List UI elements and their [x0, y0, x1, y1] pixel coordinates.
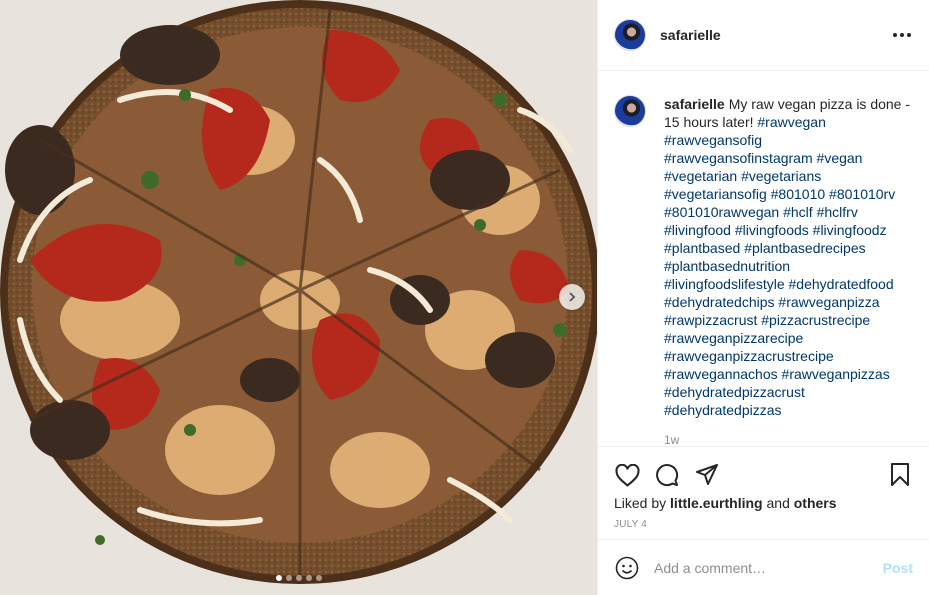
instagram-post: safarielle safarielle My raw vegan pizza …: [0, 0, 929, 595]
post-header: safarielle: [598, 0, 929, 71]
hashtag-link[interactable]: #rawvegansofinstagram: [664, 150, 813, 166]
carousel-dot: [275, 575, 282, 581]
comment-input[interactable]: [654, 559, 883, 576]
likes-joiner: and: [766, 495, 790, 512]
hashtag-link[interactable]: #hclf: [783, 204, 813, 220]
carousel-dot: [285, 575, 292, 581]
hashtag-link[interactable]: #801010rawvegan: [664, 204, 779, 220]
hashtag-link[interactable]: #vegetarians: [741, 168, 821, 184]
hashtag-link[interactable]: #hclfrv: [817, 204, 858, 220]
caption-hashtags: #rawvegan #rawvegansofig #rawvegansofins…: [664, 114, 895, 418]
post-side-panel: safarielle safarielle My raw vegan pizza …: [597, 0, 929, 595]
action-bar: [598, 447, 929, 493]
carousel-dot: [295, 575, 302, 581]
hashtag-link[interactable]: #rawvegannachos: [664, 366, 778, 382]
hashtag-link[interactable]: #rawvegan: [757, 114, 826, 130]
hashtag-link[interactable]: #rawveganpizza: [778, 294, 879, 310]
hashtag-link[interactable]: #rawveganpizzarecipe: [664, 330, 803, 346]
hashtag-link[interactable]: #plantbasednutrition: [664, 258, 790, 274]
hashtag-link[interactable]: #dehydratedfood: [789, 276, 894, 292]
likes-others[interactable]: others: [794, 495, 837, 511]
hashtag-link[interactable]: #dehydratedpizzacrust: [664, 384, 805, 400]
carousel-dot: [305, 575, 312, 581]
hashtag-link[interactable]: #vegan: [817, 150, 863, 166]
hashtag-link[interactable]: #livingfoods: [735, 222, 809, 238]
hashtag-link[interactable]: #801010: [771, 186, 826, 202]
hashtag-link[interactable]: #plantbased: [664, 240, 740, 256]
carousel-next-button[interactable]: [559, 284, 585, 310]
hashtag-link[interactable]: #dehydratedchips: [664, 294, 775, 310]
carousel-dot: [315, 575, 322, 581]
likes-line: Liked by little.eurthling and others: [598, 493, 929, 515]
caption: safarielle My raw vegan pizza is done - 1…: [664, 95, 912, 446]
pizza-photo: [0, 0, 597, 595]
bookmark-icon[interactable]: [887, 462, 913, 488]
post-comment-button[interactable]: Post: [883, 560, 913, 576]
avatar[interactable]: [614, 18, 646, 51]
hashtag-link[interactable]: #livingfood: [664, 222, 731, 238]
post-media[interactable]: [0, 0, 597, 595]
liked-by-user[interactable]: little.eurthling: [670, 495, 763, 511]
caption-avatar[interactable]: [614, 94, 646, 127]
hashtag-link[interactable]: #plantbasedrecipes: [744, 240, 865, 256]
hashtag-link[interactable]: #pizzacrustrecipe: [761, 312, 870, 328]
add-comment-bar: Post: [598, 539, 929, 595]
smiley-icon[interactable]: [614, 555, 640, 581]
likes-prefix: Liked by: [614, 495, 667, 512]
hashtag-link[interactable]: #rawveganpizzacrustrecipe: [664, 348, 834, 364]
comments-section: safarielle My raw vegan pizza is done - 1…: [598, 71, 929, 448]
chevron-right-icon: [567, 289, 577, 305]
hashtag-link[interactable]: #801010rv: [829, 186, 895, 202]
paper-plane-icon[interactable]: [694, 462, 720, 488]
header-username[interactable]: safarielle: [660, 27, 721, 43]
hashtag-link[interactable]: #livingfoodslifestyle: [664, 276, 785, 292]
hashtag-link[interactable]: #rawvegansofig: [664, 132, 762, 148]
hashtag-link[interactable]: #dehydratedpizzas: [664, 402, 782, 418]
caption-timestamp[interactable]: 1w: [664, 433, 679, 446]
hashtag-link[interactable]: #rawpizzacrust: [664, 312, 757, 328]
post-date[interactable]: JULY 4: [598, 515, 929, 539]
comment-bubble-icon[interactable]: [654, 462, 680, 488]
hashtag-link[interactable]: #vegetarian: [664, 168, 737, 184]
heart-icon[interactable]: [614, 462, 640, 488]
hashtag-link[interactable]: #vegetariansofig: [664, 186, 767, 202]
hashtag-link[interactable]: #rawveganpizzas: [782, 366, 890, 382]
carousel-indicator: [0, 575, 597, 581]
more-options-icon[interactable]: [891, 27, 913, 43]
caption-username[interactable]: safarielle: [664, 96, 725, 112]
hashtag-link[interactable]: #livingfoodz: [813, 222, 887, 238]
